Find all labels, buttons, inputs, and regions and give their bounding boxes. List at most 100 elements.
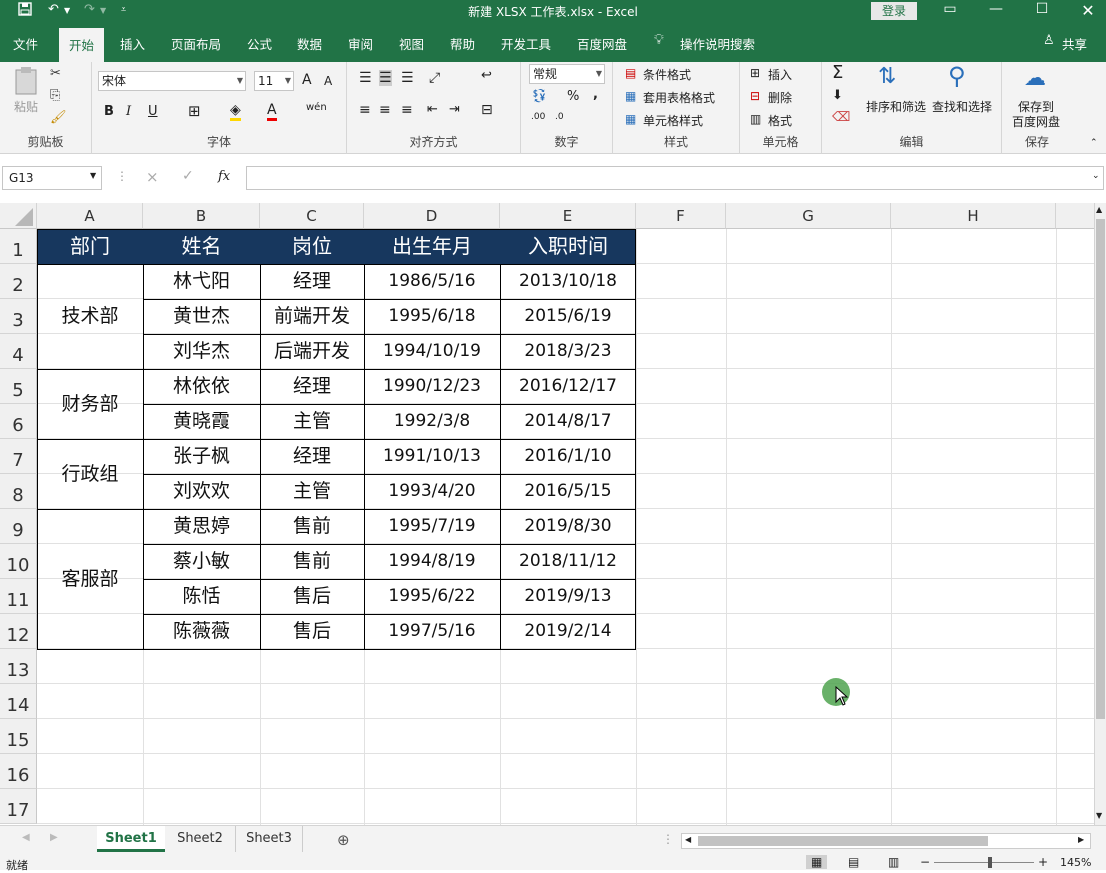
merged-cell-department[interactable]: 技术部 [37,264,143,369]
position-cell[interactable]: 经理 [260,264,364,299]
maximize-icon[interactable]: ☐ [1022,1,1062,17]
page-layout-view-icon[interactable]: ▤ [848,855,859,869]
percent-button[interactable]: % [567,89,579,104]
sort-filter-icon[interactable]: ⇅ [878,64,896,89]
hire-date-cell[interactable]: 2019/9/13 [500,579,636,614]
birth-date-cell[interactable]: 1992/3/8 [364,404,500,439]
tab-baidu-netdisk[interactable]: 百度网盘 [577,34,627,53]
merge-center-icon[interactable]: ⊟ [481,102,493,118]
copy-icon[interactable]: ⎘ [50,88,60,103]
zoom-in-icon[interactable]: + [1038,855,1048,869]
zoom-slider[interactable] [934,862,1034,863]
minimize-icon[interactable]: — [976,1,1016,17]
name-cell[interactable]: 林弋阳 [143,264,260,299]
wrap-text-icon[interactable]: ↩ [481,68,492,83]
insert-cells-button[interactable]: 插入 [768,66,792,83]
paste-label[interactable]: 粘贴 [14,98,38,115]
hire-date-cell[interactable]: 2018/11/12 [500,544,636,579]
insert-function-button[interactable]: fx [218,169,230,184]
column-header-g[interactable]: G [726,203,891,229]
birth-date-cell[interactable]: 1990/12/23 [364,369,500,404]
autosum-icon[interactable]: Σ [832,62,843,83]
sort-filter-button[interactable]: 排序和筛选 [866,98,926,115]
merged-cell-department[interactable]: 行政组 [37,439,143,509]
birth-date-cell[interactable]: 1995/6/18 [364,299,500,334]
align-bottom-icon[interactable]: ☰ [401,70,414,86]
vertical-scrollbar[interactable]: ▲ ▼ [1094,203,1106,825]
column-header-f[interactable]: F [636,203,726,229]
collapse-ribbon-icon[interactable]: ⌃ [1090,138,1098,148]
birth-date-cell[interactable]: 1991/10/13 [364,439,500,474]
scroll-up-icon[interactable]: ▲ [1096,205,1102,214]
position-cell[interactable]: 后端开发 [260,334,364,369]
close-icon[interactable]: ✕ [1068,1,1106,20]
align-top-icon[interactable]: ☰ [359,70,372,86]
fill-color-icon[interactable]: ◈ [230,102,241,121]
grow-font-button[interactable]: A [302,72,312,88]
position-cell[interactable]: 售前 [260,544,364,579]
add-sheet-icon[interactable]: ⊕ [337,831,350,849]
column-header-h[interactable]: H [891,203,1056,229]
page-break-view-icon[interactable]: ▥ [888,855,899,869]
row-header[interactable]: 1 [0,229,37,264]
hire-date-cell[interactable]: 2019/2/14 [500,614,636,649]
name-cell[interactable]: 刘华杰 [143,334,260,369]
name-cell[interactable]: 陈恬 [143,579,260,614]
hire-date-cell[interactable]: 2013/10/18 [500,264,636,299]
column-header-e[interactable]: E [500,203,636,229]
row-header[interactable]: 14 [0,684,37,719]
horizontal-scrollbar[interactable]: ◀ ▶ [681,833,1091,849]
italic-button[interactable]: I [126,104,131,119]
bold-button[interactable]: B [104,104,114,119]
merged-cell-department[interactable]: 财务部 [37,369,143,439]
zoom-out-icon[interactable]: − [920,855,930,869]
scroll-sheets-right-icon[interactable]: ▶ [50,832,58,843]
tab-page-layout[interactable]: 页面布局 [171,34,221,53]
find-icon[interactable]: ⚲ [948,62,966,90]
birth-date-cell[interactable]: 1994/8/19 [364,544,500,579]
column-header-a[interactable]: A [37,203,143,229]
shrink-font-button[interactable]: A [324,74,332,88]
row-header[interactable]: 8 [0,474,37,509]
row-header[interactable]: 13 [0,649,37,684]
scroll-left-icon[interactable]: ◀ [685,835,691,844]
save-to-label-2[interactable]: 百度网盘 [1012,113,1060,130]
hire-date-cell[interactable]: 2018/3/23 [500,334,636,369]
tab-developer[interactable]: 开发工具 [501,34,551,53]
hire-date-cell[interactable]: 2016/5/15 [500,474,636,509]
name-cell[interactable]: 刘欢欢 [143,474,260,509]
name-cell[interactable]: 陈薇薇 [143,614,260,649]
scroll-sheets-left-icon[interactable]: ◀ [22,832,30,843]
position-cell[interactable]: 售后 [260,579,364,614]
tab-review[interactable]: 审阅 [348,34,373,53]
column-header-c[interactable]: C [260,203,364,229]
format-cells-button[interactable]: 格式 [768,112,792,129]
header-cell-hire-date[interactable]: 入职时间 [500,229,636,264]
birth-date-cell[interactable]: 1995/6/22 [364,579,500,614]
hire-date-cell[interactable]: 2014/8/17 [500,404,636,439]
name-box[interactable]: G13 [2,166,102,190]
sheet-tab-sheet3[interactable]: Sheet3 [235,826,303,852]
row-header[interactable]: 15 [0,719,37,754]
merged-cell-department[interactable]: 客服部 [37,509,143,649]
find-select-button[interactable]: 查找和选择 [932,98,992,115]
baidu-netdisk-icon[interactable]: ☁ [1024,66,1046,91]
row-header[interactable]: 16 [0,754,37,789]
format-painter-icon[interactable]: 🖌︎ [50,110,67,125]
position-cell[interactable]: 售前 [260,509,364,544]
tab-home[interactable]: 开始 [59,28,105,62]
fill-icon[interactable]: ⬇ [832,88,843,103]
position-cell[interactable]: 售后 [260,614,364,649]
row-header[interactable]: 7 [0,439,37,474]
header-cell-birth[interactable]: 出生年月 [364,229,500,264]
name-cell[interactable]: 蔡小敏 [143,544,260,579]
vertical-scroll-thumb[interactable] [1096,219,1105,719]
hire-date-cell[interactable]: 2015/6/19 [500,299,636,334]
name-cell[interactable]: 黄晓霞 [143,404,260,439]
currency-icon[interactable]: 💱︎ [531,89,548,104]
column-header-d[interactable]: D [364,203,500,229]
ribbon-display-icon[interactable]: ▭ [930,1,970,17]
sheet-tab-sheet1[interactable]: Sheet1 [97,826,165,852]
paste-icon[interactable] [10,66,42,100]
row-header[interactable]: 3 [0,299,37,334]
